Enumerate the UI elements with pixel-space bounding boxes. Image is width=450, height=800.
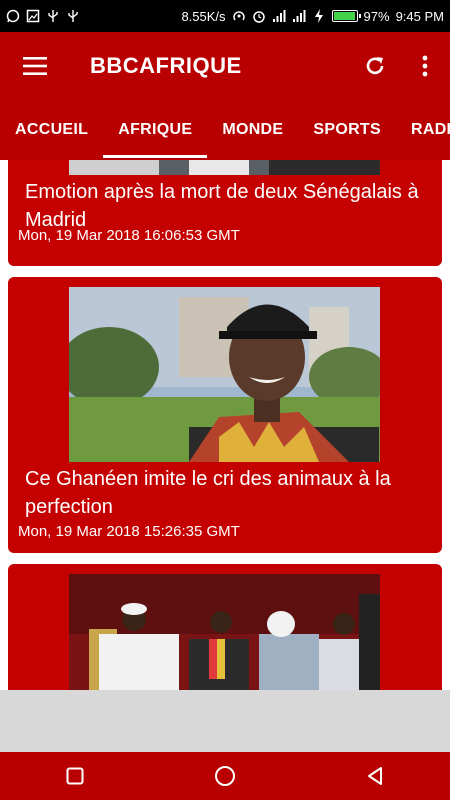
navigation-bar bbox=[0, 752, 450, 800]
hamburger-menu-icon bbox=[23, 57, 47, 75]
empty-area bbox=[0, 690, 450, 752]
refresh-button[interactable] bbox=[350, 32, 400, 100]
usb-icon bbox=[66, 9, 80, 23]
article-title[interactable]: Ce Ghanéen imite le cri des animaux à la… bbox=[25, 465, 434, 521]
charging-icon bbox=[312, 9, 326, 23]
refresh-icon bbox=[366, 57, 384, 75]
tab-afrique[interactable]: AFRIQUE bbox=[103, 100, 208, 160]
clock: 9:45 PM bbox=[395, 8, 444, 24]
whatsapp-icon bbox=[6, 9, 20, 23]
status-bar: 8.55K/s 97% 9:45 PM bbox=[0, 0, 450, 32]
recent-apps-button[interactable] bbox=[45, 752, 105, 800]
signal-icon bbox=[292, 9, 306, 23]
tab-accueil[interactable]: ACCUEIL bbox=[0, 100, 103, 160]
tab-radio[interactable]: RADIO bbox=[396, 100, 450, 160]
alarm-icon bbox=[252, 9, 266, 23]
image-icon bbox=[26, 9, 40, 23]
app-actions bbox=[350, 32, 450, 100]
home-button[interactable] bbox=[195, 752, 255, 800]
back-button[interactable] bbox=[345, 752, 405, 800]
home-icon bbox=[215, 766, 235, 786]
recent-apps-icon bbox=[66, 767, 84, 785]
article-image bbox=[69, 574, 380, 690]
app-title: BBCAFRIQUE bbox=[90, 53, 242, 78]
nfc-icon bbox=[232, 9, 246, 23]
article-date: Mon, 19 Mar 2018 15:26:35 GMT bbox=[18, 523, 240, 540]
article-image bbox=[69, 160, 380, 175]
app-bar: BBCAFRIQUE bbox=[0, 32, 450, 100]
menu-button[interactable] bbox=[0, 32, 70, 100]
battery-icon bbox=[331, 10, 361, 22]
usb-icon bbox=[46, 9, 60, 23]
back-icon bbox=[368, 767, 382, 785]
more-options-button[interactable] bbox=[400, 32, 450, 100]
status-system: 8.55K/s 97% 9:45 PM bbox=[181, 9, 444, 24]
article-image bbox=[69, 287, 380, 462]
article-date: Mon, 19 Mar 2018 16:06:53 GMT bbox=[18, 227, 240, 244]
category-tabs: ACCUEIL AFRIQUE MONDE SPORTS RADIO bbox=[0, 100, 450, 160]
more-vert-icon bbox=[422, 55, 428, 77]
article-card[interactable]: Ce Ghanéen imite le cri des animaux à la… bbox=[8, 277, 442, 553]
article-card[interactable]: Emotion après la mort de deux Sénégalais… bbox=[8, 160, 442, 266]
battery-level bbox=[333, 12, 355, 20]
status-notifications bbox=[6, 9, 80, 23]
article-list[interactable]: Emotion après la mort de deux Sénégalais… bbox=[0, 160, 450, 690]
net-speed: 8.55K/s bbox=[181, 8, 226, 24]
tab-sports[interactable]: SPORTS bbox=[298, 100, 396, 160]
article-title[interactable]: Emotion après la mort de deux Sénégalais… bbox=[25, 178, 434, 234]
article-card[interactable] bbox=[8, 564, 442, 690]
signal-icon bbox=[272, 9, 286, 23]
battery-percent: 97% bbox=[363, 8, 390, 24]
tab-monde[interactable]: MONDE bbox=[207, 100, 298, 160]
